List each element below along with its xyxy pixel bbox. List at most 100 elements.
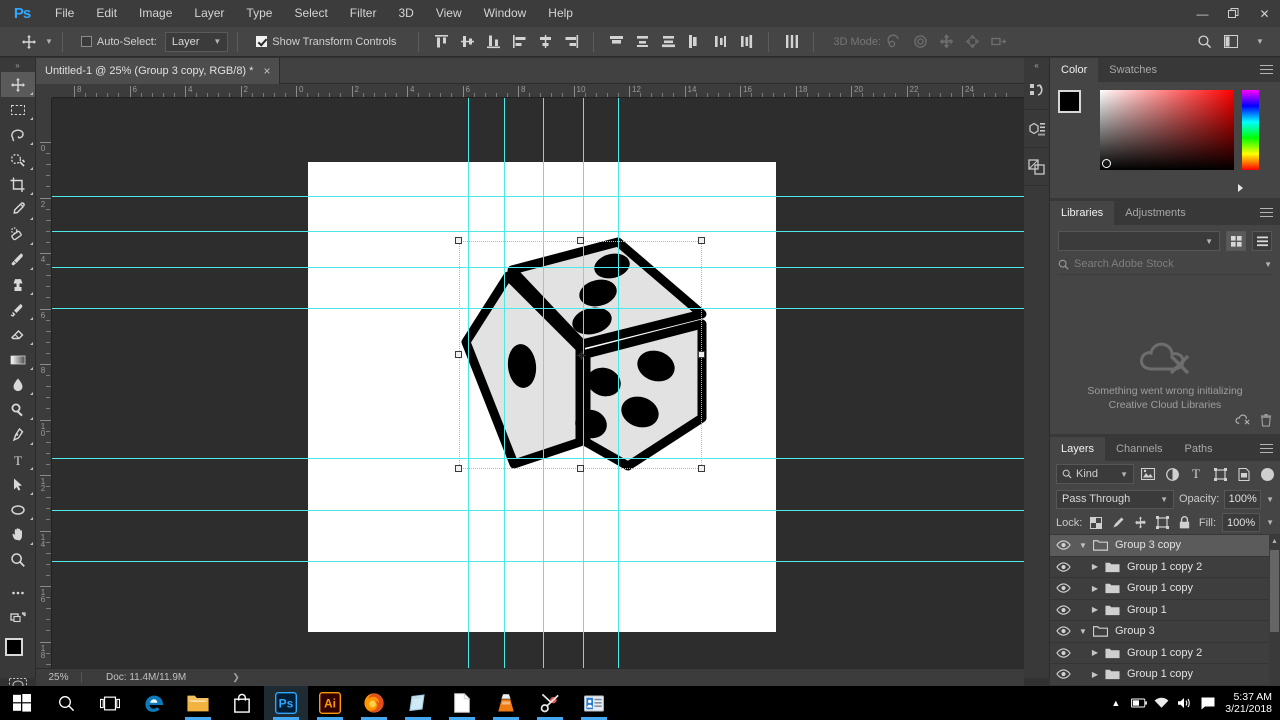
double-chevron-left-icon[interactable]: « (1024, 58, 1049, 72)
tab-paths[interactable]: Paths (1174, 437, 1224, 461)
align-top-edges-icon[interactable] (428, 30, 454, 54)
menu-view[interactable]: View (425, 0, 473, 27)
chevron-right-icon[interactable]: ▶ (1088, 648, 1102, 657)
chevron-down-icon[interactable]: ▼ (1264, 260, 1272, 269)
transform-handle[interactable] (455, 351, 462, 358)
menu-image[interactable]: Image (128, 0, 183, 27)
transform-handle[interactable] (455, 237, 462, 244)
wifi-icon[interactable] (1150, 686, 1173, 720)
layer-row[interactable]: ▶ Group 1 copy 2 (1050, 557, 1280, 578)
distribute-horizontal-centers-icon[interactable] (707, 30, 733, 54)
notes-button[interactable] (396, 686, 440, 720)
color-field[interactable] (1100, 90, 1234, 170)
align-right-edges-icon[interactable] (558, 30, 584, 54)
menu-layer[interactable]: Layer (183, 0, 235, 27)
tab-libraries[interactable]: Libraries (1050, 201, 1115, 225)
battery-icon[interactable] (1127, 686, 1150, 720)
snipping-tool-button[interactable] (528, 686, 572, 720)
tool-preset-caret-icon[interactable]: ▼ (45, 37, 53, 46)
quick-selection-tool-icon[interactable] (1, 147, 35, 172)
opacity-value[interactable]: 100% (1224, 489, 1262, 509)
file-explorer-button[interactable] (176, 686, 220, 720)
horizontal-type-tool-icon[interactable]: T (1, 447, 35, 472)
align-horizontal-centers-icon[interactable] (532, 30, 558, 54)
filter-smart-object-icon[interactable] (1234, 464, 1254, 484)
horizontal-guide[interactable] (52, 510, 1024, 511)
fill-value[interactable]: 100% (1222, 513, 1261, 532)
lock-artboard-nesting-icon[interactable] (1155, 514, 1171, 531)
layer-visibility-eye-icon[interactable] (1050, 669, 1076, 679)
horizontal-guide[interactable] (52, 561, 1024, 562)
chevron-right-icon[interactable]: ▶ (1088, 605, 1102, 614)
layer-comps-icon[interactable] (1024, 148, 1050, 186)
menu-help[interactable]: Help (537, 0, 584, 27)
transform-handle[interactable] (698, 237, 705, 244)
screen-mode-icon[interactable] (1, 605, 35, 630)
transform-handle[interactable] (576, 465, 584, 472)
zoom-tool-icon[interactable] (1, 547, 35, 572)
tab-layers[interactable]: Layers (1050, 437, 1106, 461)
properties-icon[interactable] (1024, 110, 1050, 148)
blend-mode-dropdown[interactable]: Pass Through ▼ (1056, 489, 1174, 509)
distribute-right-edges-icon[interactable] (733, 30, 759, 54)
opacity-chevron-down-icon[interactable]: ▼ (1266, 495, 1274, 504)
auto-select-box[interactable] (80, 36, 92, 47)
lock-position-icon[interactable] (1133, 514, 1149, 531)
lasso-tool-icon[interactable] (1, 122, 35, 147)
layer-visibility-eye-icon[interactable] (1050, 605, 1076, 615)
blur-tool-icon[interactable] (1, 372, 35, 397)
search-icon[interactable] (1190, 30, 1218, 54)
hue-slider-marker[interactable] (1238, 184, 1243, 192)
layer-visibility-eye-icon[interactable] (1050, 648, 1076, 658)
vertical-ruler[interactable]: 0 2 4 6 8 10 12 14 16 18 (36, 98, 52, 668)
layer-row[interactable]: ▶ Group 1 copy (1050, 578, 1280, 600)
filter-enable-toggle[interactable] (1261, 467, 1274, 481)
library-dropdown[interactable]: ▼ (1058, 231, 1220, 251)
firefox-button[interactable] (352, 686, 396, 720)
pen-tool-icon[interactable] (1, 422, 35, 447)
clone-stamp-tool-icon[interactable] (1, 272, 35, 297)
chevron-right-icon[interactable]: ▶ (1088, 670, 1102, 679)
search-adobe-stock-field[interactable]: Search Adobe Stock ▼ (1058, 258, 1272, 275)
close-icon[interactable]: × (263, 64, 270, 78)
layer-filter-kind-dropdown[interactable]: Kind ▼ (1056, 464, 1134, 484)
brush-tool-icon[interactable] (1, 247, 35, 272)
move-tool-icon[interactable] (16, 30, 42, 54)
gradient-tool-icon[interactable] (1, 347, 35, 372)
lock-image-pixels-icon[interactable] (1110, 514, 1126, 531)
layer-visibility-eye-icon[interactable] (1050, 626, 1076, 636)
restore-button[interactable] (1218, 0, 1249, 27)
document-tab[interactable]: Untitled-1 @ 25% (Group 3 copy, RGB/8) *… (36, 58, 281, 84)
chevron-right-icon[interactable]: ▶ (1088, 584, 1102, 593)
hand-tool-icon[interactable] (1, 522, 35, 547)
horizontal-ruler[interactable]: 8 6 4 2 0 2 4 6 8 10 12 14 16 18 20 22 24 (52, 84, 1024, 98)
align-left-edges-icon[interactable] (506, 30, 532, 54)
filter-adjustment-icon[interactable] (1162, 464, 1182, 484)
scroll-up-icon[interactable]: ▲ (1269, 535, 1280, 548)
tab-swatches[interactable]: Swatches (1098, 58, 1168, 82)
action-center-icon[interactable] (1196, 686, 1219, 720)
edit-toolbar-icon[interactable] (1, 580, 35, 605)
path-selection-tool-icon[interactable] (1, 472, 35, 497)
tab-channels[interactable]: Channels (1105, 437, 1173, 461)
list-view-icon[interactable] (1252, 231, 1272, 251)
layer-row[interactable]: ▶ Group 1 copy (1050, 664, 1280, 686)
auto-select-scope-dropdown[interactable]: Layer ▼ (164, 31, 229, 52)
volume-icon[interactable] (1173, 686, 1196, 720)
eyedropper-tool-icon[interactable] (1, 197, 35, 222)
show-transform-controls-checkbox[interactable]: Show Transform Controls (256, 36, 396, 48)
distribute-bottom-edges-icon[interactable] (655, 30, 681, 54)
menu-filter[interactable]: Filter (339, 0, 388, 27)
transform-handle[interactable] (576, 237, 584, 244)
hue-slider[interactable] (1242, 90, 1259, 170)
eraser-tool-icon[interactable] (1, 322, 35, 347)
crop-tool-icon[interactable] (1, 172, 35, 197)
vlc-button[interactable] (484, 686, 528, 720)
layer-row[interactable]: ▼ Group 3 copy (1050, 535, 1280, 557)
history-icon[interactable] (1024, 72, 1050, 110)
microsoft-store-button[interactable] (220, 686, 264, 720)
grid-view-icon[interactable] (1226, 231, 1246, 251)
illustrator-button[interactable]: Ai (308, 686, 352, 720)
foreground-color-swatch[interactable] (4, 638, 23, 656)
contacts-button[interactable] (572, 686, 616, 720)
